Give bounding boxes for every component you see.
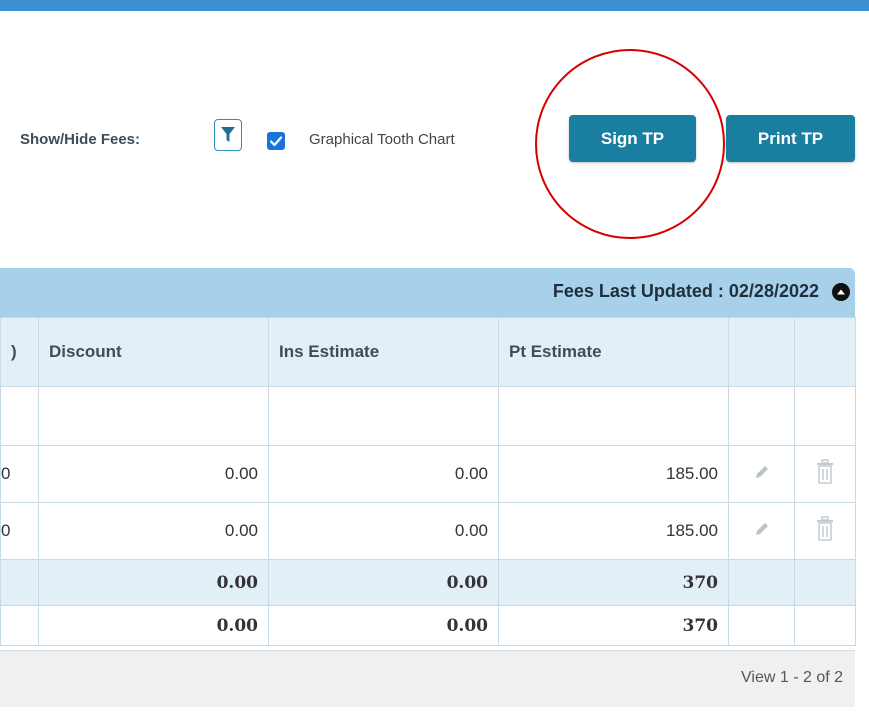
- total-pt-estimate: 370: [498, 605, 729, 646]
- total-ins-estimate: 0.00: [268, 605, 499, 646]
- pencil-icon[interactable]: [753, 520, 771, 538]
- pagination-view-label: View 1 - 2 of 2: [741, 669, 843, 686]
- collapse-up-icon[interactable]: [832, 283, 850, 301]
- group-row: [0, 386, 856, 446]
- total-row: 0.00 0.00 370: [0, 605, 856, 646]
- edit-cell[interactable]: [728, 502, 795, 560]
- column-header-pt-estimate[interactable]: Pt Estimate: [498, 317, 729, 387]
- subtotal-discount: 0.00: [38, 559, 269, 606]
- column-header-partial[interactable]: ): [0, 317, 39, 387]
- sign-tp-button[interactable]: Sign TP: [569, 115, 696, 162]
- print-tp-button[interactable]: Print TP: [726, 115, 855, 162]
- edit-cell[interactable]: [728, 445, 795, 503]
- graphical-tooth-chart-checkbox[interactable]: [267, 132, 285, 150]
- pencil-icon[interactable]: [753, 463, 771, 481]
- column-header-edit: [728, 317, 795, 387]
- subtotal-row: 0.00 0.00 370: [0, 559, 856, 606]
- table-header-row: ) Discount Ins Estimate Pt Estimate: [0, 317, 856, 387]
- total-discount: 0.00: [38, 605, 269, 646]
- show-hide-fees-filter-button[interactable]: [214, 119, 242, 151]
- cell-pt-estimate: 185.00: [498, 445, 729, 503]
- fees-last-updated-label: Fees Last Updated : 02/28/2022: [552, 281, 819, 301]
- table-row[interactable]: 0 0.00 0.00 185.00: [0, 445, 856, 503]
- graphical-tooth-chart-label[interactable]: Graphical Tooth Chart: [309, 131, 455, 148]
- grid-header-bar: Fees Last Updated : 02/28/2022: [0, 268, 855, 317]
- fees-table: ) Discount Ins Estimate Pt Estimate 0 0.…: [0, 317, 856, 646]
- cell-pt-estimate: 185.00: [498, 502, 729, 560]
- cell-ins-estimate: 0.00: [268, 445, 499, 503]
- cell-ins-estimate: 0.00: [268, 502, 499, 560]
- show-hide-fees-label: Show/Hide Fees:: [20, 131, 141, 148]
- column-header-ins-estimate[interactable]: Ins Estimate: [268, 317, 499, 387]
- column-header-delete: [794, 317, 856, 387]
- trash-icon[interactable]: [815, 515, 835, 542]
- column-header-discount[interactable]: Discount: [38, 317, 269, 387]
- delete-cell[interactable]: [794, 502, 856, 560]
- cell-discount: 0.00: [38, 445, 269, 503]
- cell-partial: 0: [0, 445, 39, 503]
- funnel-icon: [221, 127, 235, 142]
- checkmark-icon: [269, 136, 283, 147]
- cell-partial: 0: [0, 502, 39, 560]
- cell-discount: 0.00: [38, 502, 269, 560]
- subtotal-pt-estimate: 370: [498, 559, 729, 606]
- treatment-plan-grid: Fees Last Updated : 02/28/2022 ) Discoun…: [0, 268, 856, 708]
- subtotal-ins-estimate: 0.00: [268, 559, 499, 606]
- top-accent-bar: [0, 0, 869, 11]
- table-row[interactable]: 0 0.00 0.00 185.00: [0, 502, 856, 560]
- grid-footer: View 1 - 2 of 2: [0, 650, 855, 707]
- trash-icon[interactable]: [815, 458, 835, 485]
- delete-cell[interactable]: [794, 445, 856, 503]
